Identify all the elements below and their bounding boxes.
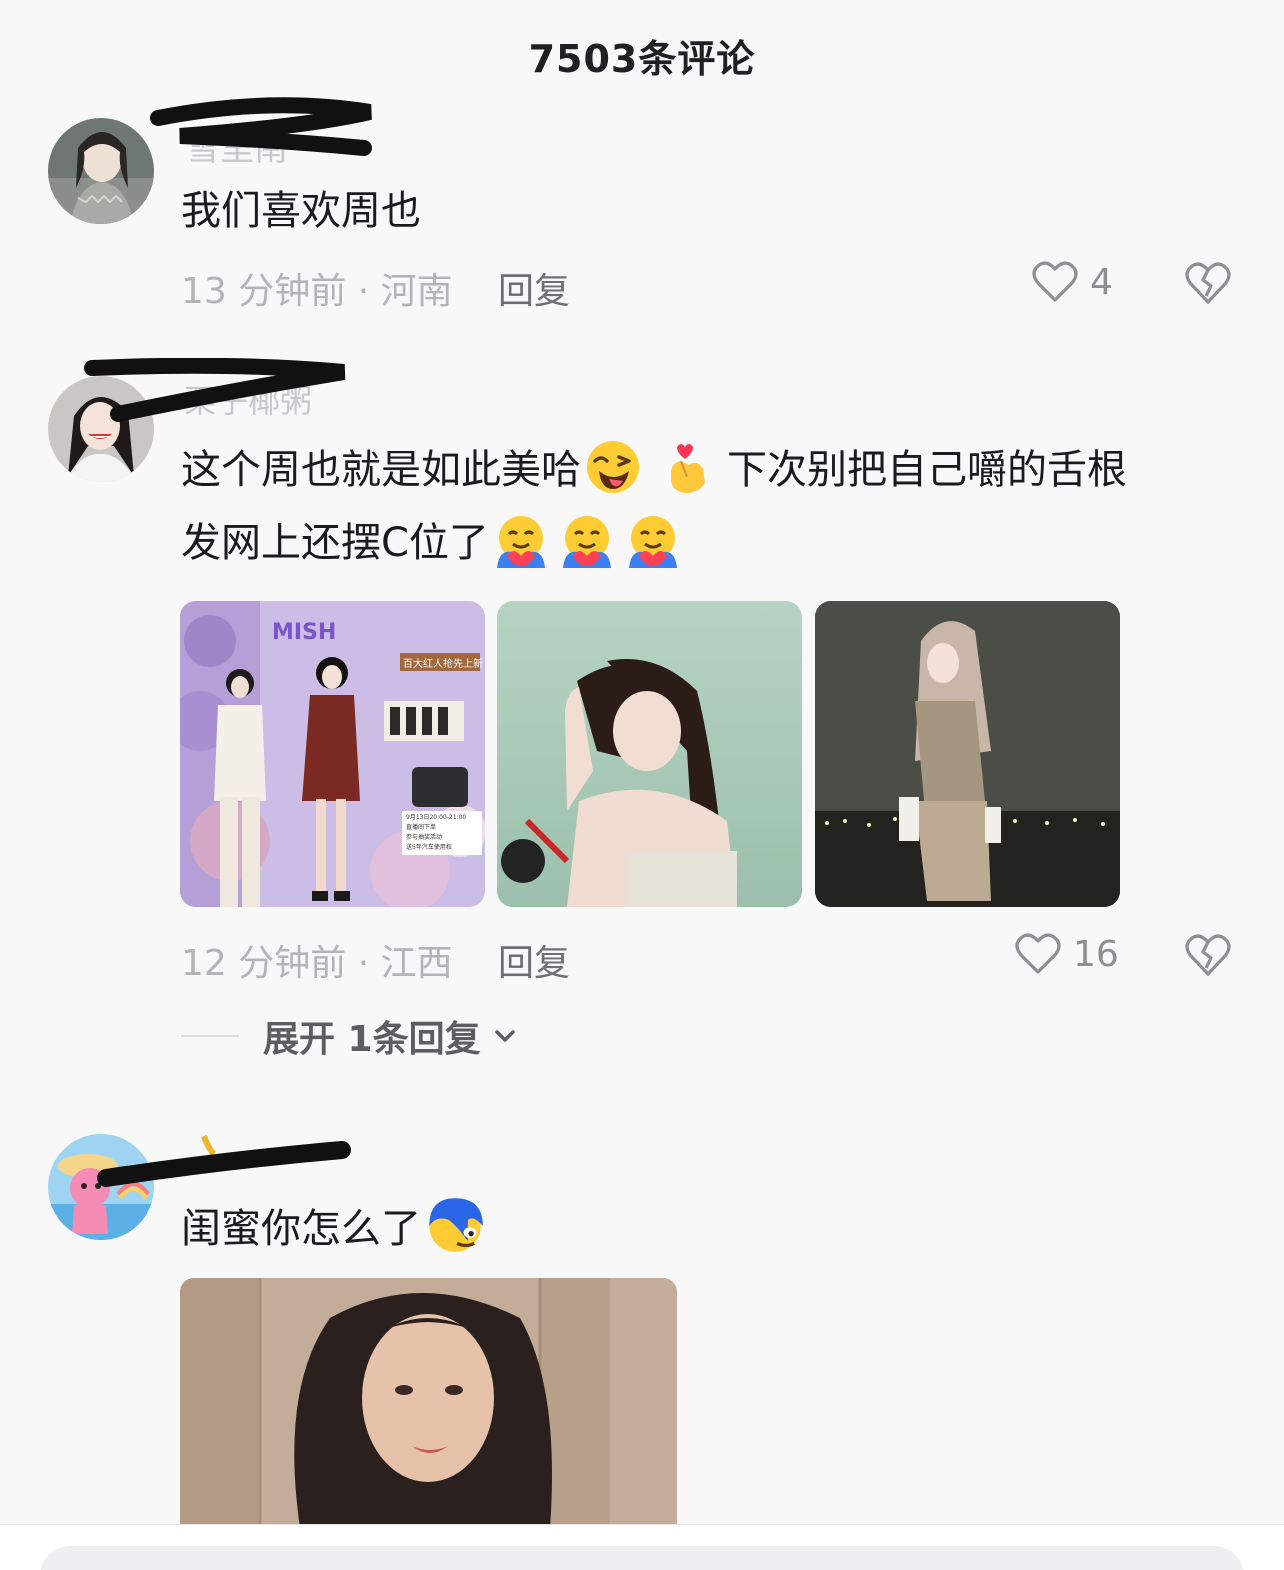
comment-time-location: 13 分钟前 · 河南 — [181, 271, 453, 312]
svg-text:雪里南: 雪里南 — [186, 129, 288, 166]
comment-input[interactable] — [40, 1546, 1244, 1570]
svg-text:9月13日20:00-21:00: 9月13日20:00-21:00 — [406, 814, 466, 821]
avatar[interactable] — [48, 1134, 154, 1240]
expand-replies-label: 展开 1条回复 — [263, 1019, 481, 1060]
expand-replies-button[interactable]: 展开 1条回复 — [181, 1010, 519, 1062]
reply-button[interactable]: 回复 — [498, 262, 570, 314]
comment-photo-portrait[interactable] — [497, 601, 802, 907]
svg-text:送5年汽车使用权: 送5年汽车使用权 — [406, 843, 452, 851]
svg-text:栗子椰粥: 栗子椰粥 — [184, 382, 312, 420]
comment-photo-livestream[interactable]: MISH 百大红人抢先上新 9月13日20:00-21:00 直播间下单 参与抽… — [180, 601, 485, 907]
finger-heart-emoji-icon — [671, 444, 705, 493]
expand-divider — [181, 1035, 239, 1037]
face-with-hair-emoji-icon — [429, 1198, 483, 1252]
comment-photo-night[interactable] — [815, 601, 1120, 907]
comment-text: 我们喜欢周也 — [181, 188, 421, 234]
hugging-face-emoji-icon — [628, 516, 677, 568]
winking-tongue-emoji-icon — [587, 441, 639, 493]
comment-count-title: 7503条评论 — [528, 37, 756, 81]
svg-text:MISH: MISH — [272, 620, 336, 645]
redaction-mark: 雪里南 — [150, 97, 372, 166]
like-count: 4 — [1090, 261, 1113, 303]
comment-photo-selfie[interactable] — [180, 1278, 677, 1528]
chevron-down-icon — [494, 1030, 515, 1042]
svg-text:百大红人抢先上新: 百大红人抢先上新 — [403, 657, 483, 670]
heart-outline-icon — [1015, 933, 1061, 974]
hugging-face-emoji-icon — [562, 516, 611, 568]
broken-heart-icon[interactable] — [1184, 932, 1232, 978]
svg-text:直播间下单: 直播间下单 — [406, 823, 436, 831]
avatar[interactable] — [48, 376, 154, 482]
like-button[interactable]: 4 — [1032, 260, 1113, 304]
svg-text:参与抽奖活动: 参与抽奖活动 — [406, 833, 442, 841]
reply-button[interactable]: 回复 — [498, 934, 570, 986]
heart-outline-icon — [1032, 261, 1078, 302]
comment-text: 闺蜜你怎么了 — [181, 1192, 489, 1266]
avatar[interactable] — [48, 118, 154, 224]
comment-time-location: 12 分钟前 · 江西 — [181, 943, 453, 984]
comment-text-line2: 发网上还摆C位了 — [181, 506, 685, 580]
like-count: 16 — [1073, 933, 1119, 975]
hugging-face-emoji-icon — [496, 516, 545, 568]
comment-text-line1: 这个周也就是如此美哈 下次别把自己嚼的舌根 — [181, 433, 1127, 507]
like-button[interactable]: 16 — [1015, 932, 1119, 976]
broken-heart-icon[interactable] — [1184, 260, 1232, 306]
